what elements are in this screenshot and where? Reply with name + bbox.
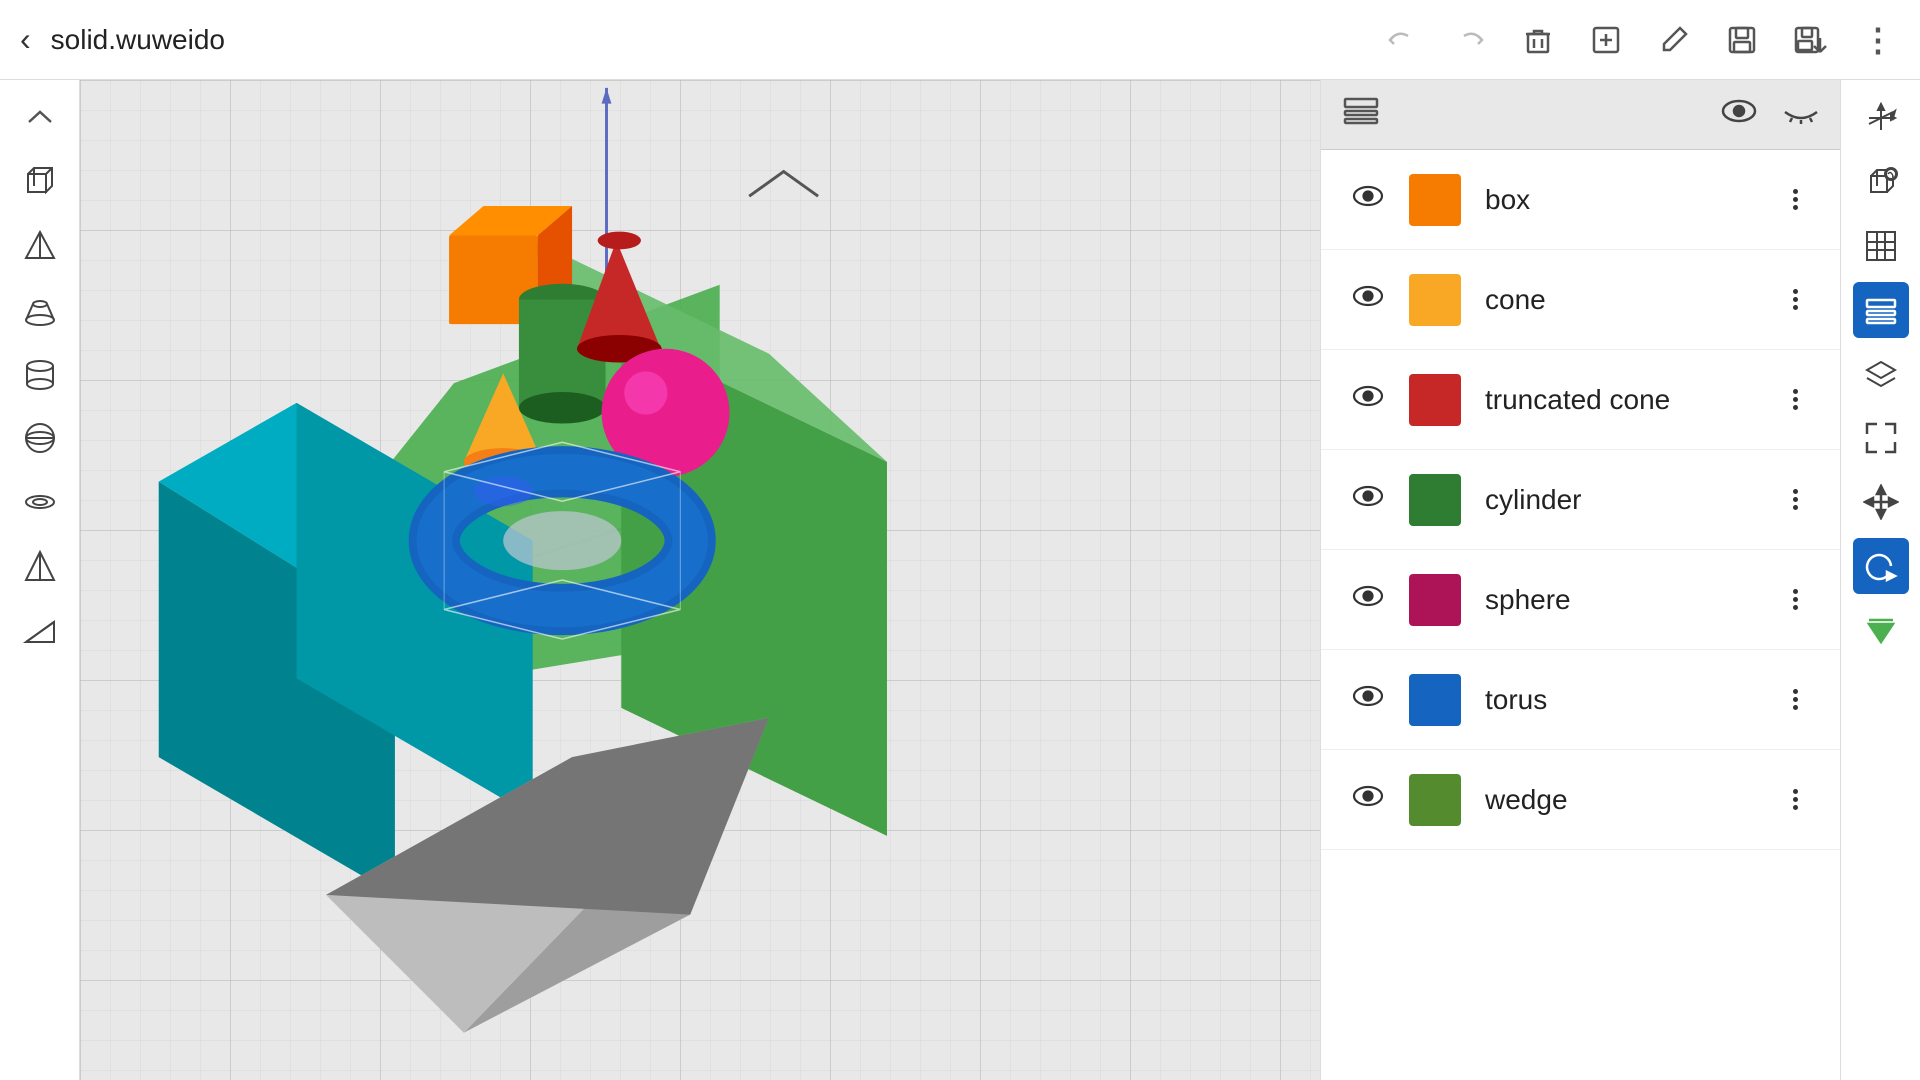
right-panel: box cone truncated cone <box>1320 80 1840 1080</box>
show-all-icon[interactable] <box>1720 97 1758 132</box>
left-toolbar <box>0 80 80 1080</box>
more-button-truncated_cone[interactable] <box>1780 389 1810 410</box>
canvas-area[interactable] <box>80 80 1320 1080</box>
main-area: box cone truncated cone <box>0 80 1920 1080</box>
color-box-cone <box>1409 274 1461 326</box>
truncated-cone-tool[interactable] <box>12 282 68 338</box>
nav-arrow-button[interactable] <box>1853 602 1909 658</box>
document-title: solid.wuweido <box>51 24 225 56</box>
shape-list: box cone truncated cone <box>1321 150 1840 1080</box>
move-button[interactable] <box>1853 474 1909 530</box>
top-bar-left: ‹ solid.wuweido <box>20 21 225 58</box>
fit-to-view-button[interactable] <box>1853 410 1909 466</box>
box-tool[interactable] <box>12 154 68 210</box>
collapse-tool[interactable] <box>12 90 68 146</box>
panel-header-actions <box>1720 97 1820 132</box>
scene-svg <box>80 80 1320 1080</box>
shape-item-cylinder[interactable]: cylinder <box>1321 450 1840 550</box>
color-box-sphere <box>1409 574 1461 626</box>
color-box-wedge <box>1409 774 1461 826</box>
shape-name-cylinder: cylinder <box>1485 484 1756 516</box>
edit-button[interactable] <box>1652 18 1696 62</box>
layers-stack-button[interactable] <box>1853 346 1909 402</box>
rotate-button[interactable] <box>1853 538 1909 594</box>
more-button-box[interactable] <box>1780 189 1810 210</box>
shape-name-sphere: sphere <box>1485 584 1756 616</box>
panel-header <box>1321 80 1840 150</box>
more-button-torus[interactable] <box>1780 689 1810 710</box>
grid-button[interactable] <box>1853 218 1909 274</box>
shape-name-cone: cone <box>1485 284 1756 316</box>
eye-icon-wedge[interactable] <box>1351 784 1385 815</box>
more-button-cone[interactable] <box>1780 289 1810 310</box>
eye-icon-sphere[interactable] <box>1351 584 1385 615</box>
eye-icon-cone[interactable] <box>1351 284 1385 315</box>
shape-item-wedge[interactable]: wedge <box>1321 750 1840 850</box>
eye-icon-torus[interactable] <box>1351 684 1385 715</box>
more-button-wedge[interactable] <box>1780 789 1810 810</box>
undo-button[interactable] <box>1380 18 1424 62</box>
save-button[interactable] <box>1720 18 1764 62</box>
shape-name-truncated_cone: truncated cone <box>1485 384 1756 416</box>
sphere-tool[interactable] <box>12 410 68 466</box>
eye-icon-box[interactable] <box>1351 184 1385 215</box>
more-button-sphere[interactable] <box>1780 589 1810 610</box>
layers-view-button[interactable] <box>1853 282 1909 338</box>
eye-icon-cylinder[interactable] <box>1351 484 1385 515</box>
save-as-button[interactable] <box>1788 18 1832 62</box>
shape-item-torus[interactable]: torus <box>1321 650 1840 750</box>
shape-name-wedge: wedge <box>1485 784 1756 816</box>
wedge-tool[interactable] <box>12 602 68 658</box>
add-to-group-button[interactable] <box>1584 18 1628 62</box>
panel-header-layers-icon <box>1341 91 1381 139</box>
more-menu-button[interactable]: ⋮ <box>1856 18 1900 62</box>
view-cube-button[interactable] <box>1853 154 1909 210</box>
shape-item-box[interactable]: box <box>1321 150 1840 250</box>
back-button[interactable]: ‹ <box>20 21 31 58</box>
color-box-box <box>1409 174 1461 226</box>
axis-3d-button[interactable] <box>1853 90 1909 146</box>
hide-all-icon[interactable] <box>1782 100 1820 130</box>
redo-button[interactable] <box>1448 18 1492 62</box>
more-button-cylinder[interactable] <box>1780 489 1810 510</box>
prism-tool[interactable] <box>12 538 68 594</box>
shape-item-cone[interactable]: cone <box>1321 250 1840 350</box>
top-bar-actions: ⋮ <box>1380 18 1900 62</box>
delete-button[interactable] <box>1516 18 1560 62</box>
color-box-truncated_cone <box>1409 374 1461 426</box>
shape-name-torus: torus <box>1485 684 1756 716</box>
right-toolbar <box>1840 80 1920 1080</box>
eye-icon-truncated_cone[interactable] <box>1351 384 1385 415</box>
scene-background <box>80 80 1320 1080</box>
shape-item-truncated_cone[interactable]: truncated cone <box>1321 350 1840 450</box>
torus-tool[interactable] <box>12 474 68 530</box>
shape-item-sphere[interactable]: sphere <box>1321 550 1840 650</box>
top-bar: ‹ solid.wuweido <box>0 0 1920 80</box>
shape-name-box: box <box>1485 184 1756 216</box>
pyramid-tool[interactable] <box>12 218 68 274</box>
color-box-cylinder <box>1409 474 1461 526</box>
cylinder-tool[interactable] <box>12 346 68 402</box>
color-box-torus <box>1409 674 1461 726</box>
